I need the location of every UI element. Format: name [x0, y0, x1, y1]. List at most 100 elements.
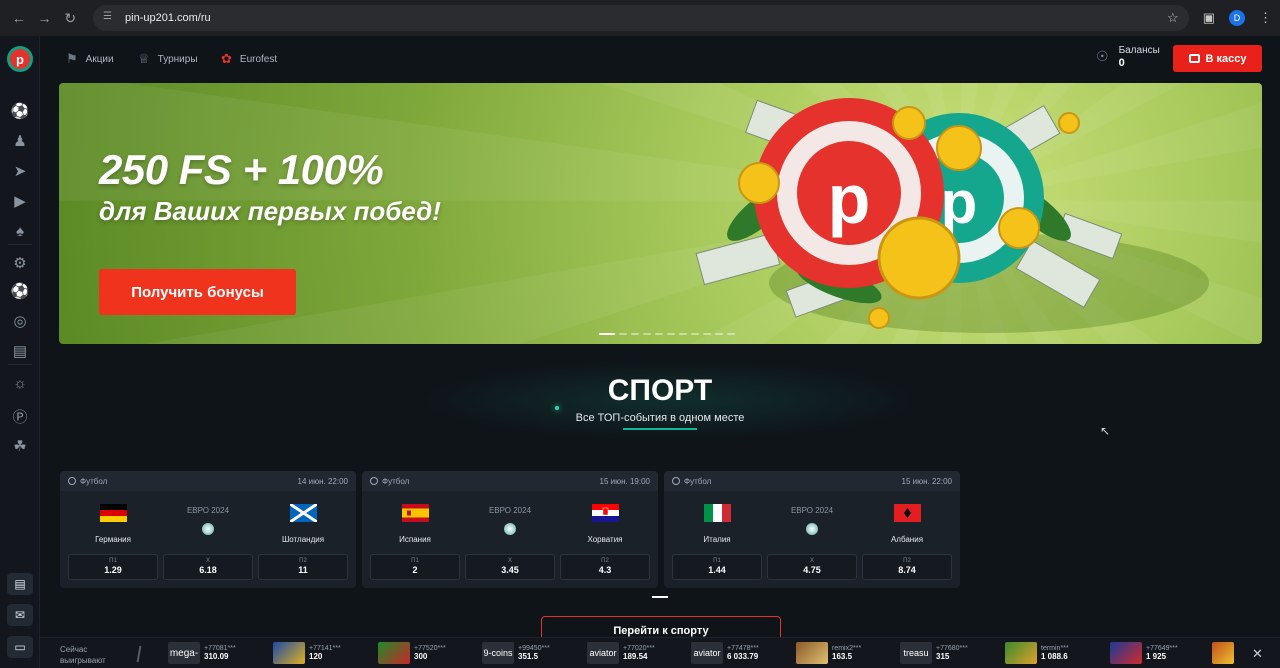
tournament: ЕВРО 2024 [158, 506, 258, 535]
cards-scroll-indicator[interactable] [652, 596, 668, 598]
football-icon[interactable]: ⚽ [10, 281, 30, 301]
site-info-icon[interactable]: ☰ [103, 11, 117, 25]
balance-block[interactable]: ☉ Балансы 0 [1096, 44, 1160, 69]
carousel-dot[interactable] [715, 333, 723, 335]
carousel-dot[interactable] [643, 333, 651, 335]
hide-balance-icon[interactable]: ☉ [1096, 48, 1109, 65]
forward-icon[interactable]: → [34, 7, 56, 29]
rocket-icon[interactable]: ➤ [10, 161, 30, 181]
sidebar-divider [8, 244, 32, 245]
odds-button-draw[interactable]: Х 3.45 [465, 554, 555, 580]
carousel-dot[interactable] [655, 333, 663, 335]
left-sidebar: p ⚽ ♟ ➤ ▶ ♠ ⚙ ⚽ ◎ ▤ ☼ Ⓟ ☘ ▤ ✉ ▭ [0, 36, 40, 668]
carousel-dots[interactable] [599, 333, 735, 335]
odds-button-home[interactable]: П1 1.44 [672, 554, 762, 580]
winner-item[interactable]: +77649*** 1 925 [1110, 642, 1178, 664]
nav-promos[interactable]: ⚑ Акции [66, 51, 114, 67]
winner-user: +99450*** [518, 645, 550, 652]
profile-avatar[interactable]: D [1229, 10, 1245, 26]
reload-icon[interactable]: ↻ [59, 7, 81, 29]
results-icon[interactable]: ▤ [10, 341, 30, 361]
winner-item[interactable]: +77141*** 120 [273, 642, 341, 664]
live-dealer-icon[interactable]: ♟ [10, 131, 30, 151]
odds-value: 1.29 [104, 565, 122, 575]
balance-value: 0 [1118, 57, 1125, 69]
match-sport: Футбол [684, 476, 712, 486]
match-card[interactable]: Футбол 14 июн. 22:00 Германия ЕВРО 2024 … [60, 471, 356, 588]
nav-tournaments[interactable]: ♕ Турниры [138, 51, 198, 67]
extensions-icon[interactable]: ▣ [1203, 10, 1215, 26]
home-team-name: Германия [95, 535, 131, 544]
winner-item[interactable]: treasu +77680*** 315 [900, 642, 968, 664]
sport-icon[interactable]: ⚽ [10, 101, 30, 121]
odds-button-away[interactable]: П2 4.3 [560, 554, 650, 580]
winner-amount: 163.5 [832, 652, 853, 661]
sport-subtitle: Все ТОП-события в одном месте [575, 412, 745, 424]
odds-value: 1.44 [708, 565, 726, 575]
game-thumbnail: treasu [900, 642, 932, 664]
gift-icon[interactable]: ☘ [10, 436, 30, 456]
address-bar[interactable]: ☰ pin-up201.com/ru ☆ [93, 5, 1189, 31]
menu-icon[interactable]: ⋮ [1259, 10, 1272, 26]
winner-item[interactable]: aviator +77020*** 189.54 [587, 642, 655, 664]
get-bonus-button[interactable]: Получить бонусы [99, 269, 296, 315]
sport-title: СПОРТ [607, 374, 713, 407]
cards-icon[interactable]: ♠ [10, 221, 30, 241]
carousel-dot[interactable] [619, 333, 627, 335]
odds-button-draw[interactable]: Х 6.18 [163, 554, 253, 580]
match-card[interactable]: Футбол 15 июн. 22:00 Италия ЕВРО 2024 Ал… [664, 471, 960, 588]
winner-amount: 120 [309, 652, 323, 661]
winner-item[interactable]: aviator +77478*** 6 033.79 [691, 642, 759, 664]
window-icon[interactable]: ▭ [7, 636, 33, 658]
winner-item[interactable]: +77520*** 300 [378, 642, 446, 664]
winner-item[interactable]: remix2*** 163.5 [796, 642, 861, 664]
carousel-dot[interactable] [703, 333, 711, 335]
spain-flag-icon [401, 504, 429, 522]
carousel-dot[interactable] [667, 333, 675, 335]
carousel-dot[interactable] [691, 333, 699, 335]
esports-icon[interactable]: ⚙ [10, 253, 30, 273]
winner-item[interactable]: 9-coins +99450*** 351.5 [482, 642, 550, 664]
odds-label: П1 [109, 558, 117, 564]
carousel-dot[interactable] [631, 333, 639, 335]
url-text: pin-up201.com/ru [125, 12, 211, 24]
nav-eurofest[interactable]: ✿ Eurofest [221, 51, 277, 67]
bookmark-star-icon[interactable]: ☆ [1167, 10, 1179, 26]
match-datetime: 14 июн. 22:00 [297, 476, 348, 486]
odds-button-home[interactable]: П1 1.29 [68, 554, 158, 580]
support-icon[interactable]: ☼ [10, 373, 30, 393]
carousel-dot[interactable] [679, 333, 687, 335]
tv-games-icon[interactable]: ▶ [10, 191, 30, 211]
ticker-title-line2: выигрывают [60, 656, 106, 665]
pinup-coin-icon[interactable]: Ⓟ [10, 406, 30, 426]
close-ticker-icon[interactable]: ✕ [1252, 646, 1263, 662]
chat-icon[interactable]: ✉ [7, 604, 33, 626]
hero-banner[interactable]: 250 FS + 100% для Ваших первых побед! По… [59, 83, 1262, 344]
trophy-icon: ♕ [138, 51, 150, 66]
back-icon[interactable]: ← [8, 7, 30, 29]
carousel-dot[interactable] [599, 333, 615, 335]
pinup-logo[interactable]: p [7, 46, 33, 72]
game-thumbnail: aviator [587, 642, 619, 664]
tournament: ЕВРО 2024 [762, 506, 862, 535]
football-icon [672, 477, 680, 485]
match-card[interactable]: Футбол 15 июн. 19:00 Испания ЕВРО 2024 Х… [362, 471, 658, 588]
odds-button-home[interactable]: П1 2 [370, 554, 460, 580]
odds-value: 4.75 [803, 565, 821, 575]
scotland-flag-icon [288, 502, 318, 524]
target-icon[interactable]: ◎ [10, 311, 30, 331]
odds-button-draw[interactable]: Х 4.75 [767, 554, 857, 580]
winner-item[interactable]: mega- +77081*** 310.09 [168, 642, 236, 664]
odds-button-away[interactable]: П2 11 [258, 554, 348, 580]
winner-item[interactable] [1212, 642, 1234, 664]
odds-button-away[interactable]: П2 8.74 [862, 554, 952, 580]
home-team: Испания [370, 504, 460, 544]
game-thumbnail: 9-coins [482, 642, 514, 664]
browser-toolbar: ← → ↻ ☰ pin-up201.com/ru ☆ ▣ D ⋮ [0, 0, 1280, 36]
winner-item[interactable]: termin*** 1 088.6 [1005, 642, 1069, 664]
carousel-dot[interactable] [727, 333, 735, 335]
cashier-button[interactable]: В кассу [1173, 45, 1262, 72]
game-thumbnail [273, 642, 305, 664]
ticker-separator [136, 646, 142, 662]
profile-card-icon[interactable]: ▤ [7, 573, 33, 595]
